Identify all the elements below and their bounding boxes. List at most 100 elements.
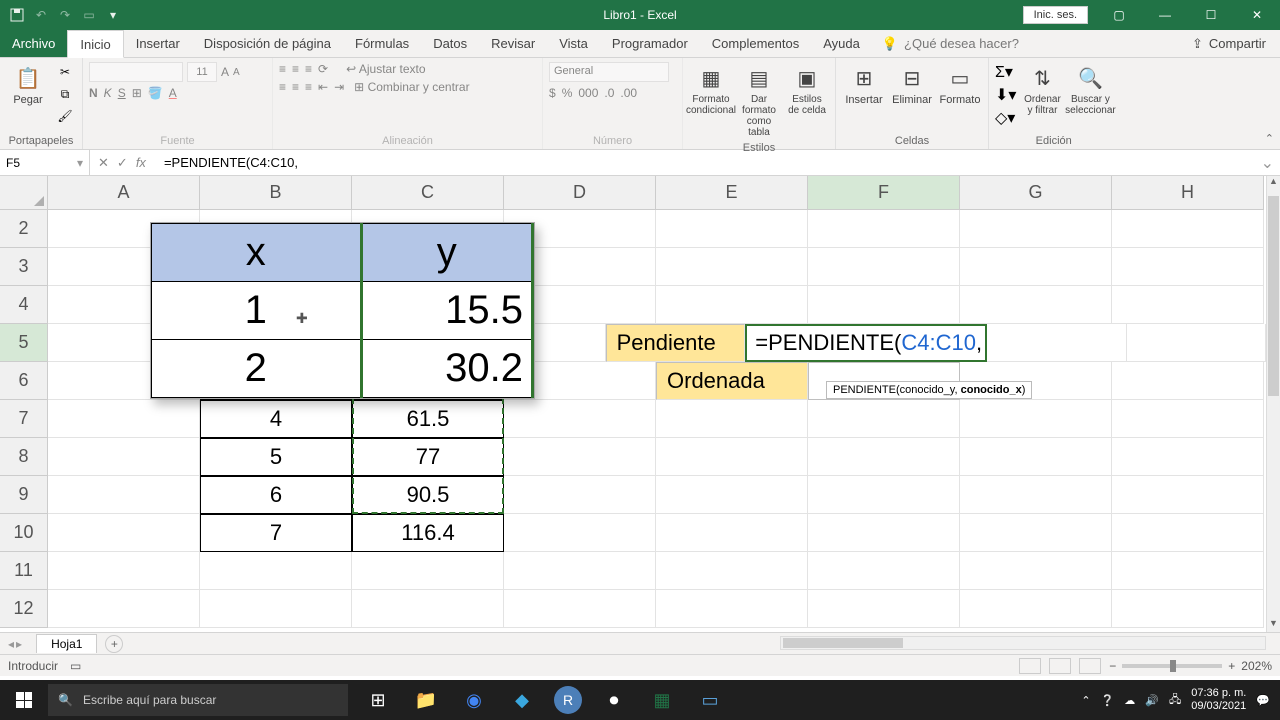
tell-me-search[interactable]: 💡 ¿Qué desea hacer? [882,30,1019,57]
vertical-scroll-thumb[interactable] [1268,196,1279,396]
tray-onedrive-icon[interactable]: ☁ [1124,694,1135,707]
cell-F4[interactable] [808,286,960,324]
cell-D11[interactable] [504,552,656,590]
column-header-B[interactable]: B [200,176,352,210]
paste-button[interactable]: 📋 Pegar [6,62,50,108]
cell-G4[interactable] [960,286,1112,324]
font-color-icon[interactable]: A [169,86,177,100]
format-painter-icon[interactable]: 🖌 [54,106,76,126]
cell-G12[interactable] [960,590,1112,628]
row-headers[interactable]: 23456789101112 [0,210,48,628]
cell-B12[interactable] [200,590,352,628]
cell-F5[interactable]: =PENDIENTE(C4:C10, [745,324,987,362]
increase-font-icon[interactable]: A [221,65,229,79]
cell-G7[interactable] [960,400,1112,438]
conditional-formatting-button[interactable]: ▦Formato condicional [689,62,733,118]
maximize-button[interactable]: ☐ [1188,0,1234,30]
cell-E7[interactable] [656,400,808,438]
cell-D12[interactable] [504,590,656,628]
cell-F10[interactable] [808,514,960,552]
tray-volume-icon[interactable]: 🔊 [1145,694,1159,707]
cell-B11[interactable] [200,552,352,590]
column-header-C[interactable]: C [352,176,504,210]
tab-developer[interactable]: Programador [600,30,700,57]
tab-help[interactable]: Ayuda [811,30,872,57]
cell-B8[interactable]: 5 [200,438,352,476]
column-header-A[interactable]: A [48,176,200,210]
delete-cells-button[interactable]: ⊟Eliminar [890,62,934,108]
column-header-F[interactable]: F [808,176,960,210]
tab-data[interactable]: Datos [421,30,479,57]
scroll-down-icon[interactable]: ▼ [1267,618,1280,632]
column-headers[interactable]: ABCDEFGH [48,176,1266,210]
zoom-in-button[interactable]: + [1228,659,1235,673]
cell-D8[interactable] [504,438,656,476]
currency-icon[interactable]: $ [549,86,556,100]
cell-B10[interactable]: 7 [200,514,352,552]
cut-icon[interactable]: ✂ [54,62,76,82]
align-top-icon[interactable]: ≡ [279,62,286,76]
normal-view-button[interactable] [1019,658,1041,674]
column-header-D[interactable]: D [504,176,656,210]
cell-E5[interactable]: Pendiente [606,324,746,362]
sheet-tab-hoja1[interactable]: Hoja1 [36,634,97,653]
redo-icon[interactable]: ↷ [56,6,74,24]
cell-D7[interactable] [504,400,656,438]
comma-icon[interactable]: 000 [578,86,598,100]
zoom-level[interactable]: 202% [1241,659,1272,673]
cell-E10[interactable] [656,514,808,552]
cell-H8[interactable] [1112,438,1264,476]
horizontal-scrollbar[interactable] [780,636,1266,650]
decrease-decimal-icon[interactable]: .00 [620,86,637,100]
cell-F3[interactable] [808,248,960,286]
cell-A11[interactable] [48,552,200,590]
cell-C7[interactable]: 61.5 [352,400,504,438]
cell-A8[interactable] [48,438,200,476]
clear-icon[interactable]: ◇▾ [995,108,1016,128]
cell-G3[interactable] [960,248,1112,286]
cell-A9[interactable] [48,476,200,514]
formula-input[interactable]: =PENDIENTE(C4:C10, [160,155,1255,170]
tray-chevron-icon[interactable]: ⌃ [1081,694,1090,707]
font-name-dropdown[interactable] [89,62,183,82]
chrome-icon[interactable]: ◉ [452,680,496,720]
select-all-button[interactable] [0,176,48,210]
cell-D9[interactable] [504,476,656,514]
sign-in-button[interactable]: Inic. ses. [1023,6,1088,24]
cell-H4[interactable] [1112,286,1264,324]
orientation-icon[interactable]: ⟳ [318,62,328,76]
ribbon-display-icon[interactable]: ▢ [1096,0,1142,30]
row-header-4[interactable]: 4 [0,286,48,324]
row-header-2[interactable]: 2 [0,210,48,248]
tab-view[interactable]: Vista [547,30,600,57]
underline-button[interactable]: S [118,86,126,100]
cell-F9[interactable] [808,476,960,514]
cell-E11[interactable] [656,552,808,590]
fill-icon[interactable]: ⬇▾ [995,85,1016,105]
cell-G9[interactable] [960,476,1112,514]
cell-styles-button[interactable]: ▣Estilos de celda [785,62,829,118]
start-button[interactable] [0,680,48,720]
cell-E9[interactable] [656,476,808,514]
number-format-dropdown[interactable]: General [549,62,669,82]
app-icon-generic[interactable]: ▭ [688,680,732,720]
fx-icon[interactable]: fx [136,155,146,170]
cell-A7[interactable] [48,400,200,438]
touch-mode-icon[interactable]: ▭ [80,6,98,24]
cell-H2[interactable] [1112,210,1264,248]
cell-F7[interactable] [808,400,960,438]
expand-formula-bar-icon[interactable]: ⌄ [1255,153,1280,173]
tray-help-icon[interactable]: ❔ [1101,694,1115,707]
row-header-5[interactable]: 5 [0,324,48,362]
row-header-9[interactable]: 9 [0,476,48,514]
macro-record-icon[interactable]: ▭ [70,659,81,673]
zoom-out-button[interactable]: − [1109,659,1116,673]
autosum-icon[interactable]: Σ▾ [995,62,1016,82]
sheet-nav-next-icon[interactable]: ▸ [16,637,22,651]
align-bottom-icon[interactable]: ≡ [305,62,312,76]
row-header-7[interactable]: 7 [0,400,48,438]
cell-H10[interactable] [1112,514,1264,552]
wrap-text-button[interactable]: ↩ Ajustar texto [346,62,425,76]
row-header-3[interactable]: 3 [0,248,48,286]
tab-addins[interactable]: Complementos [700,30,811,57]
